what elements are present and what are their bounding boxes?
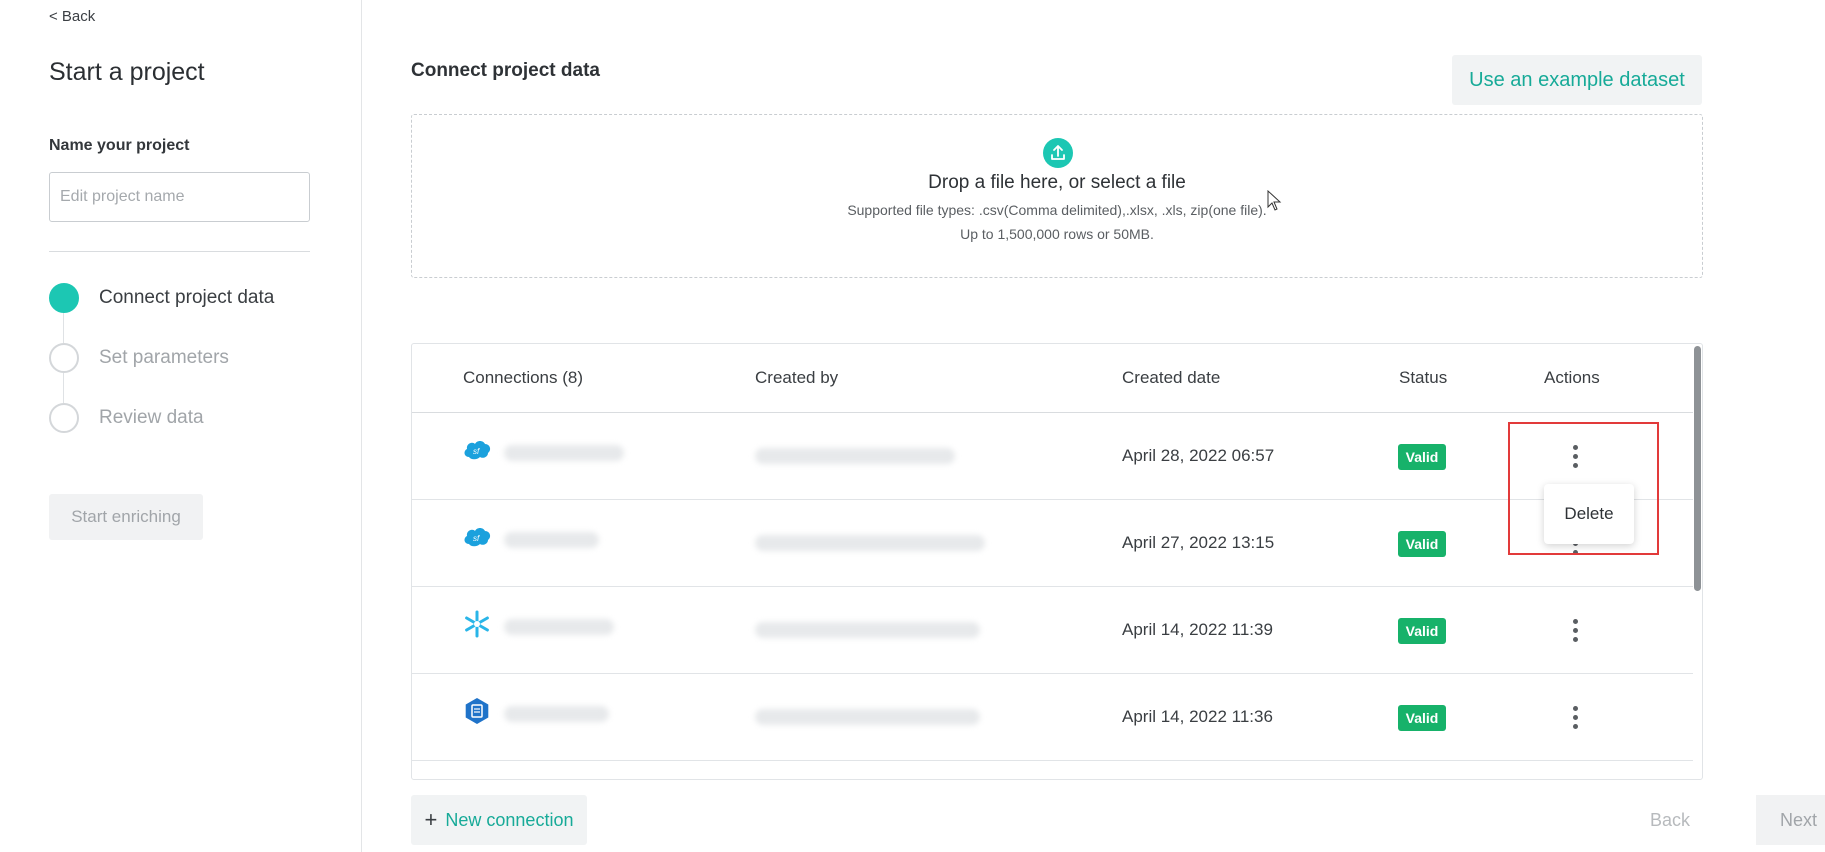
status-badge: Valid xyxy=(1398,444,1446,470)
salesforce-icon: sf xyxy=(464,441,491,460)
step-label: Connect project data xyxy=(99,287,275,308)
redacted-connection-name xyxy=(504,445,624,461)
use-example-dataset-button[interactable]: Use an example dataset xyxy=(1452,55,1702,105)
created-date: April 28, 2022 06:57 xyxy=(1122,446,1275,465)
snowflake-icon xyxy=(465,610,489,638)
created-date: April 14, 2022 11:36 xyxy=(1122,707,1273,726)
step-indicator xyxy=(49,403,79,433)
svg-text:sf: sf xyxy=(473,534,480,543)
status-badge: Valid xyxy=(1398,705,1446,731)
redacted-connection-name xyxy=(504,706,609,722)
dropzone-title[interactable]: Drop a file here, or select a file xyxy=(412,172,1702,194)
step-connect-project-data[interactable]: Connect project data xyxy=(49,283,349,313)
new-connection-label: New connection xyxy=(445,809,574,830)
new-connection-button[interactable]: + New connection xyxy=(411,795,587,845)
more-actions-icon[interactable] xyxy=(1563,703,1587,731)
header-actions: Actions xyxy=(1544,368,1600,387)
header-status: Status xyxy=(1399,368,1448,387)
step-indicator-active xyxy=(49,283,79,313)
left-sidebar: < Back Start a project Name your project… xyxy=(0,0,362,852)
step-connector xyxy=(63,373,64,403)
file-size-limit: Up to 1,500,000 rows or 50MB. xyxy=(960,226,1154,242)
header-created-date: Created date xyxy=(1122,368,1221,387)
table-header: Connections (8) Created by Created date … xyxy=(412,344,1693,413)
mouse-cursor-icon xyxy=(1267,190,1282,211)
created-date: April 14, 2022 11:39 xyxy=(1122,620,1273,639)
back-link[interactable]: < Back xyxy=(49,8,95,25)
page-title: Start a project xyxy=(49,58,205,86)
project-name-label: Name your project xyxy=(49,137,190,154)
start-enriching-button[interactable]: Start enriching xyxy=(49,494,203,540)
table-scrollbar[interactable] xyxy=(1694,346,1701,591)
connections-table: Connections (8) Created by Created date … xyxy=(411,343,1703,780)
step-connector xyxy=(63,313,64,343)
redacted-connection-name xyxy=(504,532,599,548)
plus-icon: + xyxy=(424,807,438,832)
salesforce-icon: sf xyxy=(464,528,491,547)
table-row[interactable]: sf April 28, 2022 06:57 Valid xyxy=(412,413,1693,500)
step-set-parameters[interactable]: Set parameters xyxy=(49,343,349,373)
redacted-creator-email xyxy=(755,535,985,551)
header-created-by: Created by xyxy=(755,368,839,387)
supported-file-types: Supported file types: .csv(Comma delimit… xyxy=(847,202,1267,218)
annotation-highlight-box xyxy=(1508,422,1659,555)
section-title: Connect project data xyxy=(411,60,600,81)
azure-blob-icon xyxy=(465,698,489,724)
step-label: Review data xyxy=(99,407,204,428)
svg-text:sf: sf xyxy=(473,447,480,456)
project-name-input[interactable] xyxy=(49,172,310,222)
step-review-data[interactable]: Review data xyxy=(49,403,349,433)
sidebar-divider xyxy=(49,251,310,252)
upload-icon[interactable] xyxy=(1043,138,1073,168)
created-date: April 27, 2022 13:15 xyxy=(1122,533,1275,552)
redacted-creator-email xyxy=(755,709,980,725)
table-row[interactable]: April 14, 2022 11:36 Valid xyxy=(412,674,1693,761)
redacted-connection-name xyxy=(504,619,614,635)
file-dropzone[interactable]: Drop a file here, or select a file Suppo… xyxy=(411,114,1703,278)
header-connections: Connections (8) xyxy=(463,368,584,387)
table-row[interactable]: April 14, 2022 11:39 Valid xyxy=(412,587,1693,674)
step-indicator xyxy=(49,343,79,373)
redacted-creator-email xyxy=(755,448,955,464)
footer-next-button[interactable]: Next xyxy=(1756,795,1825,845)
redacted-creator-email xyxy=(755,622,980,638)
status-badge: Valid xyxy=(1398,531,1446,557)
footer-back-button[interactable]: Back xyxy=(1650,810,1690,831)
table-row[interactable]: sf April 27, 2022 13:15 Valid xyxy=(412,500,1693,587)
status-badge: Valid xyxy=(1398,618,1446,644)
more-actions-icon[interactable] xyxy=(1563,616,1587,644)
step-label: Set parameters xyxy=(99,347,229,368)
